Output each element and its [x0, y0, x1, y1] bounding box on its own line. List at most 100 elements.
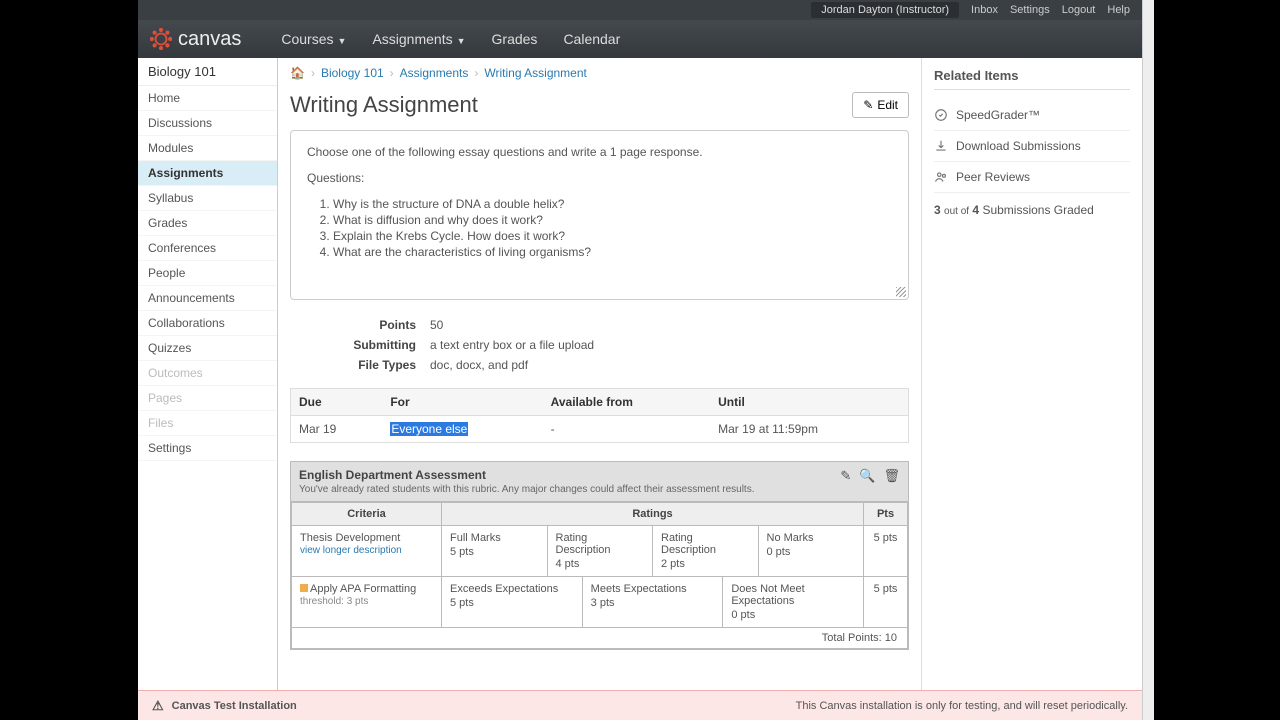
- breadcrumb-home-icon[interactable]: 🏠: [290, 66, 305, 80]
- rating-pts: 0 pts: [731, 609, 755, 621]
- sidebar-item-pages[interactable]: Pages: [138, 386, 277, 411]
- search-icon[interactable]: 🔍: [859, 468, 875, 484]
- sidebar-item-collaborations[interactable]: Collaborations: [138, 311, 277, 336]
- due-header-avail: Available from: [543, 389, 710, 416]
- nav-courses[interactable]: Courses▼: [281, 31, 346, 47]
- rating-label: Meets Expectations: [591, 583, 715, 595]
- rubric-header-ratings: Ratings: [442, 503, 864, 526]
- breadcrumb: 🏠 › Biology 101 › Assignments › Writing …: [290, 66, 909, 80]
- trash-icon[interactable]: 🗑: [883, 468, 900, 484]
- criterion-2-threshold: threshold: 3 pts: [300, 596, 368, 607]
- user-identity[interactable]: Jordan Dayton (Instructor): [811, 2, 959, 18]
- due-for-value: Everyone else: [390, 422, 468, 436]
- nav-grades[interactable]: Grades: [492, 31, 538, 47]
- due-value: Mar 19: [291, 416, 383, 443]
- rating-pts: 3 pts: [591, 597, 615, 609]
- criterion-1-title: Thesis Development: [300, 532, 433, 544]
- related-peer-reviews[interactable]: Peer Reviews: [934, 162, 1130, 193]
- link-inbox[interactable]: Inbox: [971, 4, 998, 16]
- sidebar-item-announcements[interactable]: Announcements: [138, 286, 277, 311]
- rubric-title: English Department Assessment: [299, 468, 754, 482]
- related-title: Related Items: [934, 68, 1130, 90]
- course-sidebar: Biology 101 Home Discussions Modules Ass…: [138, 58, 278, 690]
- sidebar-item-settings[interactable]: Settings: [138, 436, 277, 461]
- desc-intro: Choose one of the following essay questi…: [307, 145, 892, 159]
- due-header-due: Due: [291, 389, 383, 416]
- meta-submitting-value: a text entry box or a file upload: [430, 338, 594, 352]
- description-box: Choose one of the following essay questi…: [290, 130, 909, 300]
- sidebar-item-conferences[interactable]: Conferences: [138, 236, 277, 261]
- chevron-down-icon: ▼: [457, 36, 466, 46]
- rating-label: Exceeds Expectations: [450, 583, 574, 595]
- sidebar-item-people[interactable]: People: [138, 261, 277, 286]
- rating-pts: 0 pts: [767, 546, 791, 558]
- brand-logo[interactable]: canvas: [150, 28, 241, 51]
- sidebar-item-outcomes[interactable]: Outcomes: [138, 361, 277, 386]
- user-bar: Jordan Dayton (Instructor) Inbox Setting…: [138, 0, 1142, 20]
- due-dates-table: Due For Available from Until Mar 19 Ever…: [290, 388, 909, 443]
- rubric-header-pts: Pts: [864, 503, 908, 526]
- question-2: What is diffusion and why does it work?: [333, 213, 892, 227]
- sidebar-item-assignments[interactable]: Assignments: [138, 161, 277, 186]
- page-title: Writing Assignment: [290, 92, 478, 118]
- sidebar-item-quizzes[interactable]: Quizzes: [138, 336, 277, 361]
- due-row: Mar 19 Everyone else - Mar 19 at 11:59pm: [291, 416, 909, 443]
- link-logout[interactable]: Logout: [1062, 4, 1096, 16]
- footer-right-text: This Canvas installation is only for tes…: [796, 700, 1128, 712]
- sidebar-item-syllabus[interactable]: Syllabus: [138, 186, 277, 211]
- nav-calendar[interactable]: Calendar: [563, 31, 620, 47]
- meta-points-label: Points: [290, 318, 430, 332]
- criterion-2-title: Apply APA Formatting: [310, 583, 416, 595]
- breadcrumb-assignments[interactable]: Assignments: [400, 66, 469, 80]
- rating-label: Rating Description: [661, 532, 750, 556]
- sidebar-item-files[interactable]: Files: [138, 411, 277, 436]
- black-letterbox-right: [1142, 0, 1280, 720]
- rubric-header-criteria: Criteria: [292, 503, 442, 526]
- scrollbar[interactable]: [1142, 0, 1154, 720]
- global-nav: canvas Courses▼ Assignments▼ Grades Cale…: [138, 20, 1142, 58]
- link-settings[interactable]: Settings: [1010, 4, 1050, 16]
- download-icon: [934, 139, 948, 153]
- sidebar-item-grades[interactable]: Grades: [138, 211, 277, 236]
- edit-button[interactable]: ✎ Edit: [852, 92, 909, 118]
- meta-filetypes-label: File Types: [290, 358, 430, 372]
- breadcrumb-course[interactable]: Biology 101: [321, 66, 384, 80]
- due-until-value: Mar 19 at 11:59pm: [710, 416, 908, 443]
- sidebar-item-home[interactable]: Home: [138, 86, 277, 111]
- sidebar-item-modules[interactable]: Modules: [138, 136, 277, 161]
- rating-label: No Marks: [767, 532, 856, 544]
- due-header-for: For: [382, 389, 542, 416]
- outcome-badge-icon: [300, 584, 308, 592]
- sidebar-item-discussions[interactable]: Discussions: [138, 111, 277, 136]
- rating-pts: 4 pts: [556, 558, 580, 570]
- sidebar-course-title[interactable]: Biology 101: [138, 58, 277, 86]
- assignment-meta: Points50 Submittinga text entry box or a…: [290, 318, 909, 372]
- link-help[interactable]: Help: [1107, 4, 1130, 16]
- view-longer-description-link[interactable]: view longer description: [300, 545, 402, 556]
- rating-label: Rating Description: [556, 532, 645, 556]
- rubric-total-row: Total Points: 10: [292, 628, 908, 649]
- pencil-icon: ✎: [863, 98, 873, 112]
- desc-qlabel: Questions:: [307, 171, 892, 185]
- rubric-row-1: Thesis Development view longer descripti…: [292, 526, 908, 577]
- resize-handle-icon[interactable]: [896, 287, 906, 297]
- canvas-logo-icon: [150, 28, 172, 50]
- related-speedgrader[interactable]: SpeedGrader™: [934, 100, 1130, 131]
- speedgrader-icon: [934, 108, 948, 122]
- meta-points-value: 50: [430, 318, 443, 332]
- nav-assignments[interactable]: Assignments▼: [372, 31, 465, 47]
- black-letterbox-left: [0, 0, 138, 720]
- criterion-2-pts: 5 pts: [864, 577, 908, 628]
- submissions-graded-count: 3 out of 4 Submissions Graded: [934, 193, 1130, 227]
- main-content: 🏠 › Biology 101 › Assignments › Writing …: [278, 58, 922, 690]
- rating-pts: 5 pts: [450, 597, 474, 609]
- chevron-down-icon: ▼: [338, 36, 347, 46]
- rubric-row-2: Apply APA Formatting threshold: 3 pts Ex…: [292, 577, 908, 628]
- due-avail-value: -: [543, 416, 710, 443]
- pencil-icon[interactable]: ✎: [840, 468, 851, 484]
- warning-icon: ⚠: [152, 698, 164, 714]
- peer-icon: [934, 170, 948, 184]
- question-1: Why is the structure of DNA a double hel…: [333, 197, 892, 211]
- breadcrumb-current[interactable]: Writing Assignment: [484, 66, 587, 80]
- related-download[interactable]: Download Submissions: [934, 131, 1130, 162]
